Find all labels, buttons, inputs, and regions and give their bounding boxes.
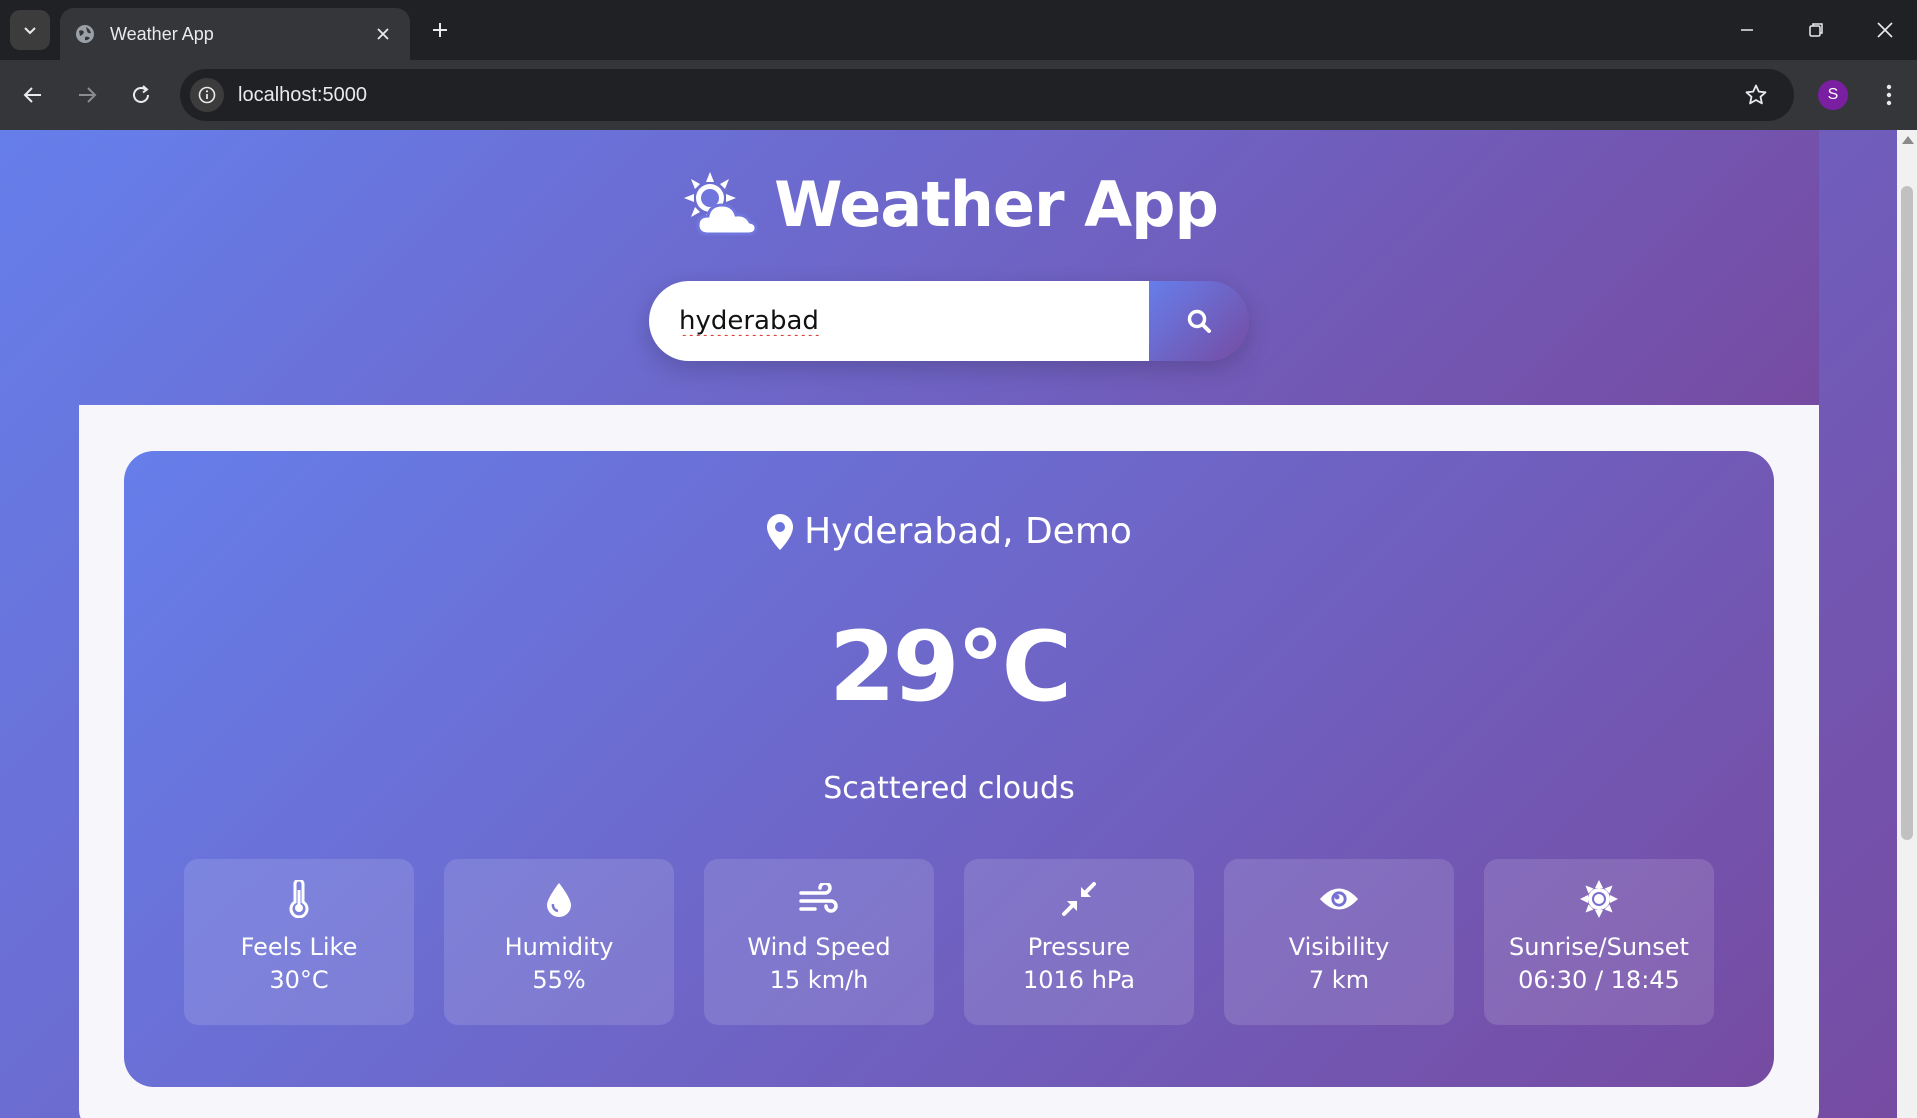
- tab-search-button[interactable]: [10, 10, 50, 50]
- forward-button[interactable]: [68, 76, 106, 114]
- search-button[interactable]: [1149, 281, 1249, 361]
- page-title: Weather App: [79, 168, 1819, 241]
- detail-value: 15 km/h: [769, 966, 869, 994]
- detail-label: Wind Speed: [747, 933, 891, 961]
- bookmark-star-icon[interactable]: [1736, 75, 1776, 115]
- minimize-icon: [1741, 29, 1753, 31]
- app-header: Weather App: [79, 130, 1819, 405]
- detail-humidity: Humidity 55%: [444, 859, 674, 1025]
- address-bar[interactable]: localhost:5000: [180, 69, 1794, 121]
- vertical-scrollbar[interactable]: [1897, 130, 1917, 1118]
- chevron-down-icon: [24, 27, 36, 35]
- app-title-text: Weather App: [774, 168, 1219, 241]
- detail-value: 55%: [532, 966, 586, 994]
- globe-icon: [74, 23, 96, 45]
- close-icon[interactable]: [370, 21, 396, 47]
- detail-sunrise-sunset: Sunrise/Sunset 06:30 / 18:45: [1484, 859, 1714, 1025]
- url-text[interactable]: localhost:5000: [238, 84, 1736, 107]
- wind-icon: [799, 879, 839, 919]
- temperature: 29°C: [828, 611, 1072, 723]
- more-menu-icon[interactable]: [1870, 76, 1908, 114]
- restore-button[interactable]: [1794, 8, 1838, 52]
- restore-icon: [1809, 23, 1823, 37]
- window-close-button[interactable]: [1863, 8, 1907, 52]
- minimize-button[interactable]: [1725, 8, 1769, 52]
- close-icon: [1877, 22, 1893, 38]
- arrow-left-icon: [23, 87, 41, 103]
- detail-label: Sunrise/Sunset: [1509, 933, 1689, 961]
- detail-value: 1016 hPa: [1022, 966, 1136, 994]
- compress-arrows-icon: [1059, 879, 1099, 919]
- detail-visibility: Visibility 7 km: [1224, 859, 1454, 1025]
- detail-value: 06:30 / 18:45: [1518, 966, 1680, 994]
- map-pin-icon: [767, 513, 794, 550]
- detail-label: Humidity: [504, 933, 614, 961]
- tab-title: Weather App: [110, 23, 214, 44]
- search-icon: [1187, 309, 1211, 333]
- page-viewport: Weather App Hyderabad, Demo 29°C Scatter…: [0, 130, 1917, 1118]
- eye-icon: [1319, 879, 1359, 919]
- back-button[interactable]: [14, 76, 52, 114]
- water-drop-icon: [539, 879, 579, 919]
- city-search-input[interactable]: [649, 281, 1149, 361]
- browser-toolbar: localhost:5000 S: [0, 60, 1917, 130]
- detail-label: Visibility: [1288, 933, 1390, 961]
- browser-tab[interactable]: Weather App: [60, 8, 410, 60]
- reload-button[interactable]: [122, 76, 160, 114]
- detail-label: Pressure: [1027, 933, 1131, 961]
- location-name: Hyderabad, Demo: [804, 511, 1132, 552]
- scroll-thumb[interactable]: [1901, 186, 1913, 840]
- reload-icon: [133, 85, 149, 103]
- plus-icon: [433, 23, 447, 37]
- sun-icon: [1579, 879, 1619, 919]
- profile-avatar[interactable]: S: [1818, 80, 1848, 110]
- location: Hyderabad, Demo: [124, 511, 1774, 552]
- thermometer-icon: [279, 879, 319, 919]
- site-info-icon[interactable]: [190, 78, 224, 112]
- detail-feels-like: Feels Like 30°C: [184, 859, 414, 1025]
- detail-label: Feels Like: [240, 933, 358, 961]
- detail-value: 30°C: [269, 966, 329, 994]
- weather-details: Feels Like 30°C Humidity 55% Wind Speed …: [184, 859, 1714, 1025]
- scroll-up-arrow[interactable]: [1902, 136, 1914, 144]
- search-bar: [649, 281, 1249, 361]
- arrow-right-icon: [79, 87, 97, 103]
- browser-tab-strip: Weather App: [0, 0, 1917, 60]
- cloud-sun-icon: [684, 171, 758, 235]
- weather-description: Scattered clouds: [823, 771, 1075, 806]
- weather-card: Hyderabad, Demo 29°C Scattered clouds Fe…: [124, 451, 1774, 1087]
- detail-value: 7 km: [1308, 966, 1370, 994]
- detail-pressure: Pressure 1016 hPa: [964, 859, 1194, 1025]
- detail-wind-speed: Wind Speed 15 km/h: [704, 859, 934, 1025]
- new-tab-button[interactable]: [424, 14, 456, 46]
- app-container: Weather App Hyderabad, Demo 29°C Scatter…: [79, 130, 1819, 1118]
